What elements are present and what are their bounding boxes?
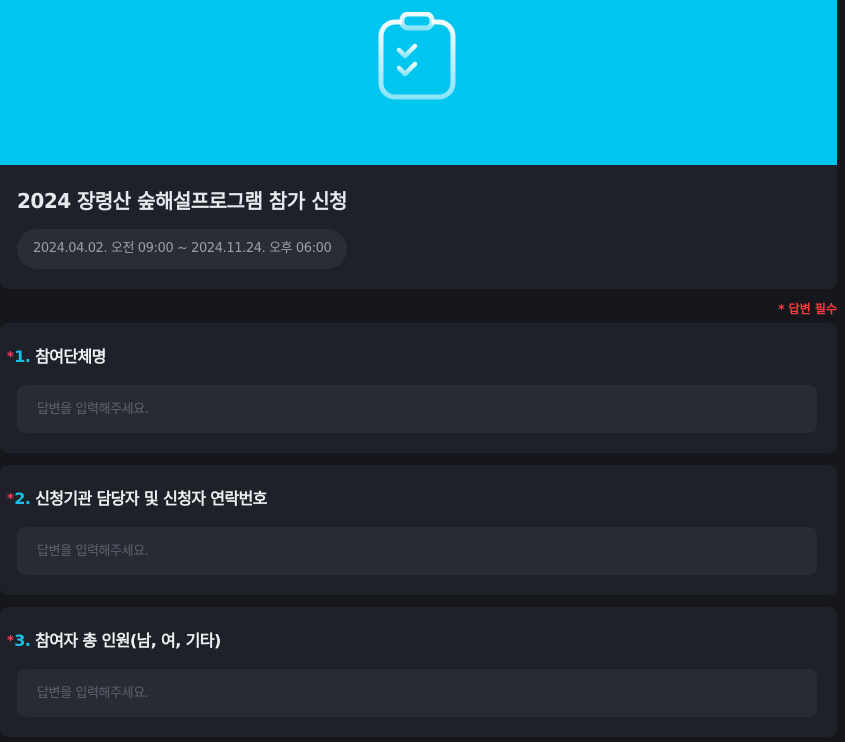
- question-title: *1. 참여단체명: [7, 343, 106, 367]
- answer-input-1[interactable]: [17, 385, 817, 433]
- response-period-badge: 2024.04.02. 오전 09:00 ~ 2024.11.24. 오후 06…: [17, 229, 348, 269]
- clipboard-checklist-icon: [378, 12, 456, 100]
- question-title: *3. 참여자 총 인원(남, 여, 기타): [7, 627, 221, 651]
- page-scroll-edge: [837, 0, 845, 742]
- answer-input-3[interactable]: [17, 669, 817, 717]
- question-number: 2.: [14, 489, 31, 508]
- question-number: 1.: [14, 347, 31, 366]
- required-answer-note: * 답변 필수: [778, 302, 837, 316]
- required-star-icon: *: [7, 634, 14, 649]
- form-title: 2024 장령산 숲해설프로그램 참가 신청: [17, 189, 348, 213]
- question-title: *2. 신청기관 담당자 및 신청자 연락번호: [7, 485, 268, 509]
- question-label: 참여자 총 인원(남, 여, 기타): [35, 631, 221, 650]
- answer-input-2[interactable]: [17, 527, 817, 575]
- question-label: 신청기관 담당자 및 신청자 연락번호: [35, 489, 267, 508]
- form-header-card: 2024 장령산 숲해설프로그램 참가 신청 2024.04.02. 오전 09…: [0, 165, 837, 289]
- question-card-3: *3. 참여자 총 인원(남, 여, 기타): [0, 607, 837, 737]
- required-star-icon: *: [7, 350, 14, 365]
- required-star-icon: *: [7, 492, 14, 507]
- question-card-1: *1. 참여단체명: [0, 323, 837, 453]
- survey-page: 2024 장령산 숲해설프로그램 참가 신청 2024.04.02. 오전 09…: [0, 0, 845, 742]
- header-banner: [0, 0, 837, 165]
- question-label: 참여단체명: [35, 347, 106, 366]
- question-card-2: *2. 신청기관 담당자 및 신청자 연락번호: [0, 465, 837, 595]
- question-number: 3.: [14, 631, 31, 650]
